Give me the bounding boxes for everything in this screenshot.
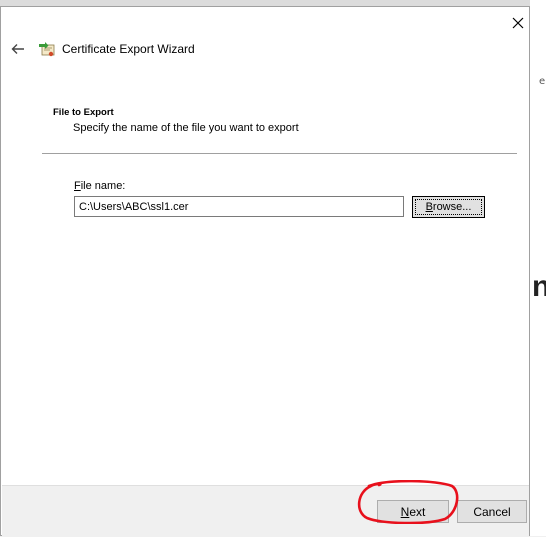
page-heading: File to Export <box>53 107 114 118</box>
file-name-label-text: ile name: <box>80 180 126 192</box>
cancel-button[interactable]: Cancel <box>457 500 527 523</box>
file-name-label: File name: <box>74 180 125 192</box>
certificate-icon <box>39 42 55 57</box>
wizard-title: Certificate Export Wizard <box>62 42 195 56</box>
close-icon <box>512 17 524 29</box>
next-button-label: ext <box>409 504 426 519</box>
file-name-input[interactable] <box>74 196 404 217</box>
next-button-accelerator: N <box>400 504 410 519</box>
browse-button[interactable]: Browse... <box>412 196 485 218</box>
browse-button-label: rowse... <box>432 201 472 213</box>
browse-button-accelerator: B <box>425 201 433 213</box>
close-button[interactable] <box>506 12 530 34</box>
certificate-export-wizard-dialog: Certificate Export Wizard File to Export… <box>0 6 530 537</box>
page-description: Specify the name of the file you want to… <box>73 122 299 134</box>
wizard-footer: Next Cancel <box>2 485 529 537</box>
back-arrow-icon <box>11 44 24 54</box>
background-text-fragment: e <box>539 76 546 87</box>
background-heading-fragment: n <box>532 270 546 303</box>
back-button[interactable] <box>7 38 29 60</box>
header-separator <box>42 153 517 154</box>
next-button[interactable]: Next <box>377 500 449 523</box>
file-name-label-accelerator: F <box>74 180 81 192</box>
